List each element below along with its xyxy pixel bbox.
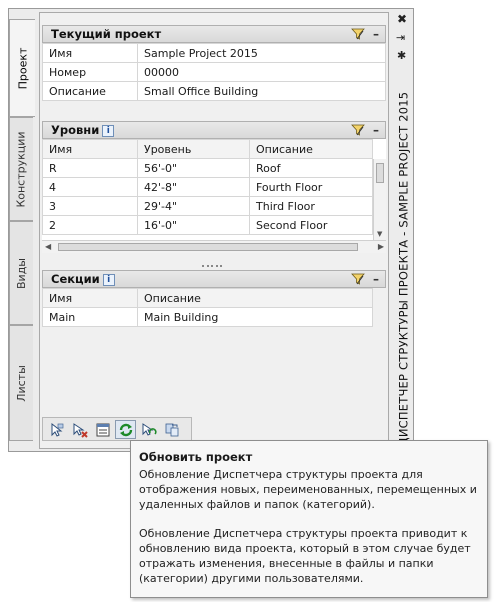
levels-horizontal-scrollbar[interactable]: ◀ ▶: [42, 240, 386, 253]
refresh-button[interactable]: [115, 420, 136, 439]
sections-section: Секции i – Имя Описание Main Main Buildin…: [42, 270, 386, 327]
tab-project-label: Проект: [16, 47, 29, 89]
refresh-tooltip: Обновить проект Обновление Диспетчера ст…: [130, 440, 488, 598]
levels-table: Имя Уровень Описание R 56'-0" Roof 4 42'…: [42, 139, 373, 235]
delete-button[interactable]: [69, 420, 90, 439]
levels-grid[interactable]: Имя Уровень Описание R 56'-0" Roof 4 42'…: [42, 139, 386, 253]
level-elevation: 42'-8": [137, 177, 250, 197]
current-project-section: Текущий проект – Имя Sample Project 2015…: [42, 25, 386, 101]
level-name: 4: [42, 177, 138, 197]
level-description: Fourth Floor: [249, 177, 373, 197]
levels-header[interactable]: Уровни i –: [42, 121, 386, 139]
table-row[interactable]: R 56'-0" Roof: [42, 158, 373, 178]
scrollbar-thumb[interactable]: [58, 243, 358, 251]
levels-section: Уровни i – Имя Уровень Описание R 56'-0"…: [42, 121, 386, 268]
info-icon[interactable]: i: [102, 274, 115, 286]
filter-icon[interactable]: [351, 28, 365, 40]
table-row[interactable]: Описание Small Office Building: [42, 81, 386, 101]
table-row[interactable]: 3 29'-4" Third Floor: [42, 196, 373, 216]
table-row[interactable]: 2 16'-0" Second Floor: [42, 215, 373, 235]
sections-table: Имя Описание Main Main Building: [42, 288, 373, 327]
levels-vertical-scrollbar[interactable]: ▼: [373, 159, 386, 240]
sections-title: Секции: [51, 272, 100, 286]
current-project-title: Текущий проект: [51, 27, 162, 41]
tab-views[interactable]: Виды: [9, 221, 33, 325]
properties-icon: [96, 423, 109, 436]
select-button[interactable]: [46, 420, 67, 439]
repath-button[interactable]: [138, 420, 159, 439]
project-navigator-palette: Проект Конструкции Виды Листы Текущий пр…: [8, 8, 414, 452]
current-project-header[interactable]: Текущий проект –: [42, 25, 386, 43]
level-elevation: 29'-4": [137, 196, 250, 216]
level-description: Third Floor: [249, 196, 373, 216]
tab-project[interactable]: Проект: [9, 19, 35, 117]
level-name: R: [42, 158, 138, 178]
scroll-down-arrow-icon[interactable]: ▼: [377, 230, 382, 238]
filter-icon[interactable]: [351, 124, 365, 136]
properties-menu-icon[interactable]: ✱: [397, 49, 406, 62]
column-header-name[interactable]: Имя: [42, 139, 138, 159]
scroll-right-arrow-icon[interactable]: ▶: [378, 242, 384, 251]
collapse-icon[interactable]: –: [373, 271, 379, 287]
level-elevation: 16'-0": [137, 215, 250, 235]
tab-sheets[interactable]: Листы: [9, 325, 33, 441]
property-label: Описание: [42, 81, 138, 101]
level-elevation: 56'-0": [137, 158, 250, 178]
table-header-row: Имя Уровень Описание: [42, 139, 373, 159]
palette-title-bar[interactable]: ✖ ⇥ ✱ ДИСПЕТЧЕР СТРУКТУРЫ ПРОЕКТА - SAMP…: [393, 9, 413, 451]
tab-constructs-label: Конструкции: [15, 130, 29, 208]
tooltip-title: Обновить проект: [139, 450, 253, 464]
collapse-icon[interactable]: –: [373, 26, 379, 42]
properties-button[interactable]: [92, 420, 113, 439]
section-name: Main: [42, 307, 138, 327]
property-value[interactable]: Sample Project 2015: [137, 43, 386, 63]
palette-title: ДИСПЕТЧЕР СТРУКТУРЫ ПРОЕКТА - SAMPLE PRO…: [395, 92, 411, 447]
column-header-level[interactable]: Уровень: [137, 139, 250, 159]
table-row[interactable]: 4 42'-8" Fourth Floor: [42, 177, 373, 197]
sync-button[interactable]: [161, 420, 182, 439]
levels-title: Уровни: [51, 123, 100, 137]
column-header-name[interactable]: Имя: [42, 288, 138, 308]
level-name: 2: [42, 215, 138, 235]
level-description: Roof: [249, 158, 373, 178]
property-value[interactable]: 00000: [137, 62, 386, 82]
property-label: Номер: [42, 62, 138, 82]
palette-title-text: ДИСПЕТЧЕР СТРУКТУРЫ ПРОЕКТА - SAMPLE PRO…: [396, 91, 410, 447]
info-icon[interactable]: i: [102, 125, 115, 137]
auto-hide-icon[interactable]: ⇥: [396, 31, 405, 44]
collapse-icon[interactable]: –: [373, 122, 379, 138]
sections-header[interactable]: Секции i –: [42, 270, 386, 288]
level-description: Second Floor: [249, 215, 373, 235]
scroll-left-arrow-icon[interactable]: ◀: [45, 242, 51, 251]
table-row[interactable]: Номер 00000: [42, 62, 386, 82]
close-icon[interactable]: ✖: [397, 12, 407, 26]
project-toolbar: [42, 417, 192, 441]
scrollbar-thumb[interactable]: [376, 163, 384, 183]
column-header-description[interactable]: Описание: [137, 288, 373, 308]
filter-icon[interactable]: [351, 273, 365, 285]
delete-icon: [73, 422, 88, 438]
level-name: 3: [42, 196, 138, 216]
tab-sheets-label: Листы: [15, 364, 28, 402]
tab-constructs[interactable]: Конструкции: [9, 117, 33, 221]
property-value[interactable]: Small Office Building: [137, 81, 386, 101]
column-header-description[interactable]: Описание: [249, 139, 373, 159]
repath-icon: [142, 422, 157, 436]
table-row[interactable]: Имя Sample Project 2015: [42, 43, 386, 63]
tooltip-paragraph-1: Обновление Диспетчера структуры проекта …: [139, 468, 477, 511]
refresh-icon: [119, 423, 132, 436]
select-icon: [51, 422, 63, 437]
property-label: Имя: [42, 43, 138, 63]
current-project-table: Имя Sample Project 2015 Номер 00000 Опис…: [42, 43, 386, 101]
splitter-grip[interactable]: [202, 265, 222, 269]
sync-icon: [165, 423, 178, 436]
table-header-row: Имя Описание: [42, 288, 373, 308]
table-row[interactable]: Main Main Building: [42, 307, 373, 327]
tooltip-paragraph-2: Обновление Диспетчера структуры проекта …: [139, 527, 471, 585]
section-description: Main Building: [137, 307, 373, 327]
palette-content: Текущий проект – Имя Sample Project 2015…: [39, 12, 389, 449]
tab-views-label: Виды: [15, 257, 28, 289]
